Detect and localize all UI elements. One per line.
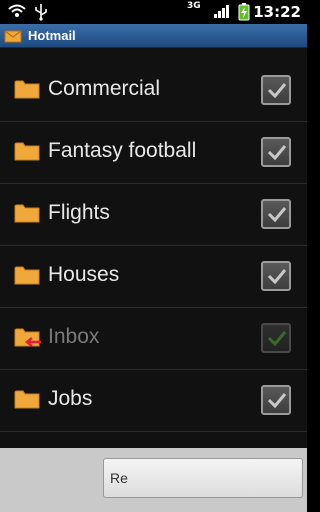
bottom-action-button[interactable]: Re [103,458,303,498]
folder-row-commercial[interactable]: Commercial [0,60,307,122]
folder-label: Commercial [48,77,161,100]
app-title-bar: Hotmail [0,24,307,48]
app-title: Hotmail [28,28,76,43]
folder-row-houses[interactable]: Houses [0,246,307,308]
folder-label: Inbox [48,325,100,348]
wifi-icon [8,3,26,23]
folder-icon [14,202,40,228]
folder-list[interactable]: Commercial Fantasy football Flights Hous… [0,48,307,448]
sync-checkbox-disabled [261,323,291,353]
sync-checkbox[interactable] [261,385,291,415]
folder-row-inbox: Inbox [0,308,307,370]
battery-charging-icon [238,3,250,25]
network-type-icon: 3G [187,1,201,11]
folder-row-jobs[interactable]: Jobs [0,370,307,432]
folder-label: Flights [48,201,110,224]
sync-checkbox[interactable] [261,199,291,229]
folder-row-fantasy-football[interactable]: Fantasy football [0,122,307,184]
folder-row-flights[interactable]: Flights [0,184,307,246]
bottom-action-bar: Re [0,448,307,512]
sync-checkbox[interactable] [261,75,291,105]
folder-icon [14,140,40,166]
folder-icon [14,388,40,414]
sync-checkbox[interactable] [261,137,291,167]
inbox-folder-icon [14,326,42,352]
folder-label: Jobs [48,387,93,410]
folder-label: Fantasy football [48,139,197,162]
usb-icon [34,3,48,25]
envelope-icon [4,28,22,47]
sync-checkbox[interactable] [261,261,291,291]
status-bar: 3G 13:22 [0,0,307,24]
folder-icon [14,78,40,104]
signal-icon [213,3,229,23]
folder-label: Houses [48,263,120,286]
clock: 13:22 [253,3,301,21]
folder-icon [14,264,40,290]
